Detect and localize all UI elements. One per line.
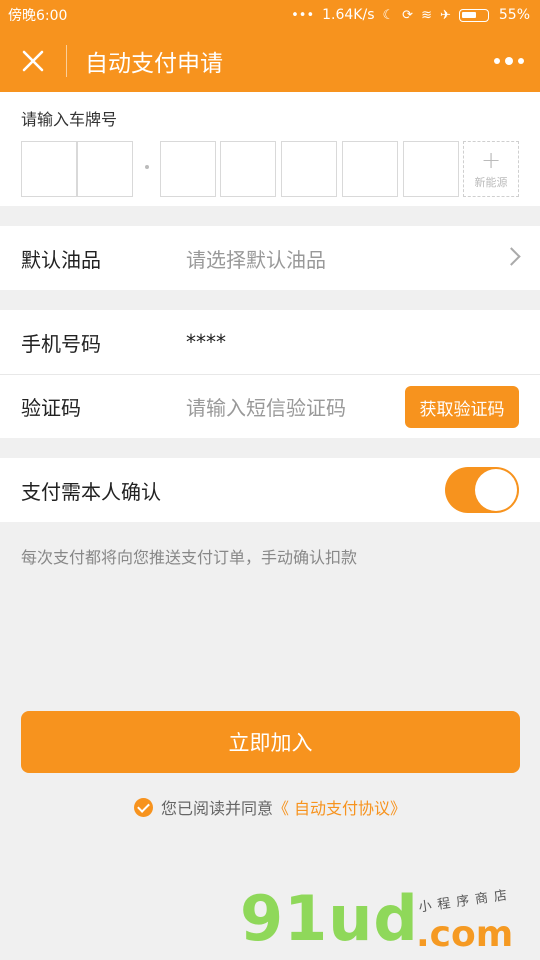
agreement-text: 您已阅读并同意 — [160, 799, 273, 818]
page-title: 自动支付申请 — [85, 51, 223, 77]
code-row: 验证码 请输入短信验证码 获取验证码 — [0, 374, 540, 438]
plate-separator-dot — [145, 165, 149, 169]
status-time: 傍晚6:00 — [8, 8, 68, 24]
plate-char-1[interactable] — [21, 141, 77, 197]
watermark-logo: 91ud — [240, 882, 419, 955]
plus-icon: + — [480, 145, 502, 174]
code-label: 验证码 — [21, 396, 81, 420]
plate-section: 请输入车牌号 + 新能源 — [0, 92, 540, 206]
watermark-tagline: 小程序商店 — [417, 887, 514, 916]
confirm-label: 支付需本人确认 — [21, 479, 161, 504]
plate-char-2[interactable] — [77, 141, 133, 197]
confirm-group: 支付需本人确认 — [0, 458, 540, 522]
confirm-hint: 每次支付都将向您推送支付订单，手动确认扣款 — [21, 548, 358, 567]
close-icon[interactable] — [0, 30, 66, 92]
phone-row: 手机号码 **** — [0, 310, 540, 374]
plate-char-4[interactable] — [220, 141, 276, 197]
nav-bar: 自动支付申请 — [0, 30, 540, 92]
sync-icon: ⟳ — [402, 7, 414, 23]
confirm-row: 支付需本人确认 — [0, 458, 540, 522]
new-energy-plate-button[interactable]: + 新能源 — [463, 141, 519, 197]
phone-label: 手机号码 — [21, 331, 101, 356]
battery-icon — [458, 8, 489, 22]
get-code-button[interactable]: 获取验证码 — [405, 386, 519, 428]
join-button[interactable]: 立即加入 — [21, 711, 520, 773]
fuel-label: 默认油品 — [21, 247, 101, 272]
fuel-selector[interactable]: 默认油品 请选择默认油品 — [0, 226, 540, 290]
plate-char-7[interactable] — [403, 141, 459, 197]
airplane-icon: ✈ — [439, 7, 451, 23]
battery-level: 55% — [498, 7, 530, 23]
wifi-icon: ≋ — [421, 7, 432, 23]
agreement-link[interactable]: 《 自动支付协议》 — [273, 795, 406, 819]
agreement-row: 您已阅读并同意 《 自动支付协议》 — [0, 795, 540, 819]
phone-value: **** — [186, 330, 226, 354]
plate-char-3[interactable] — [160, 141, 216, 197]
plate-char-5[interactable] — [281, 141, 337, 197]
nav-divider — [66, 45, 67, 77]
check-icon[interactable] — [133, 797, 153, 817]
status-bar: 傍晚6:00 ••• 1.64K/s ☾ ⟳ ≋ ✈ 55% — [0, 0, 540, 30]
phone-group: 手机号码 **** 验证码 请输入短信验证码 获取验证码 — [0, 310, 540, 438]
toggle-knob — [475, 469, 517, 511]
fuel-group: 默认油品 请选择默认油品 — [0, 226, 540, 290]
plate-label: 请输入车牌号 — [21, 110, 118, 129]
new-energy-label: 新能源 — [474, 175, 508, 189]
more-dots-icon[interactable] — [478, 30, 540, 92]
plate-char-6[interactable] — [342, 141, 398, 197]
network-speed: 1.64K/s — [322, 7, 375, 23]
dots-icon: ••• — [291, 7, 315, 23]
watermark: 91ud 小程序商店 .com — [240, 882, 540, 960]
watermark-domain: .com — [416, 914, 514, 955]
moon-icon: ☾ — [382, 7, 395, 23]
fuel-placeholder: 请选择默认油品 — [186, 247, 326, 272]
confirm-toggle[interactable] — [445, 467, 519, 513]
